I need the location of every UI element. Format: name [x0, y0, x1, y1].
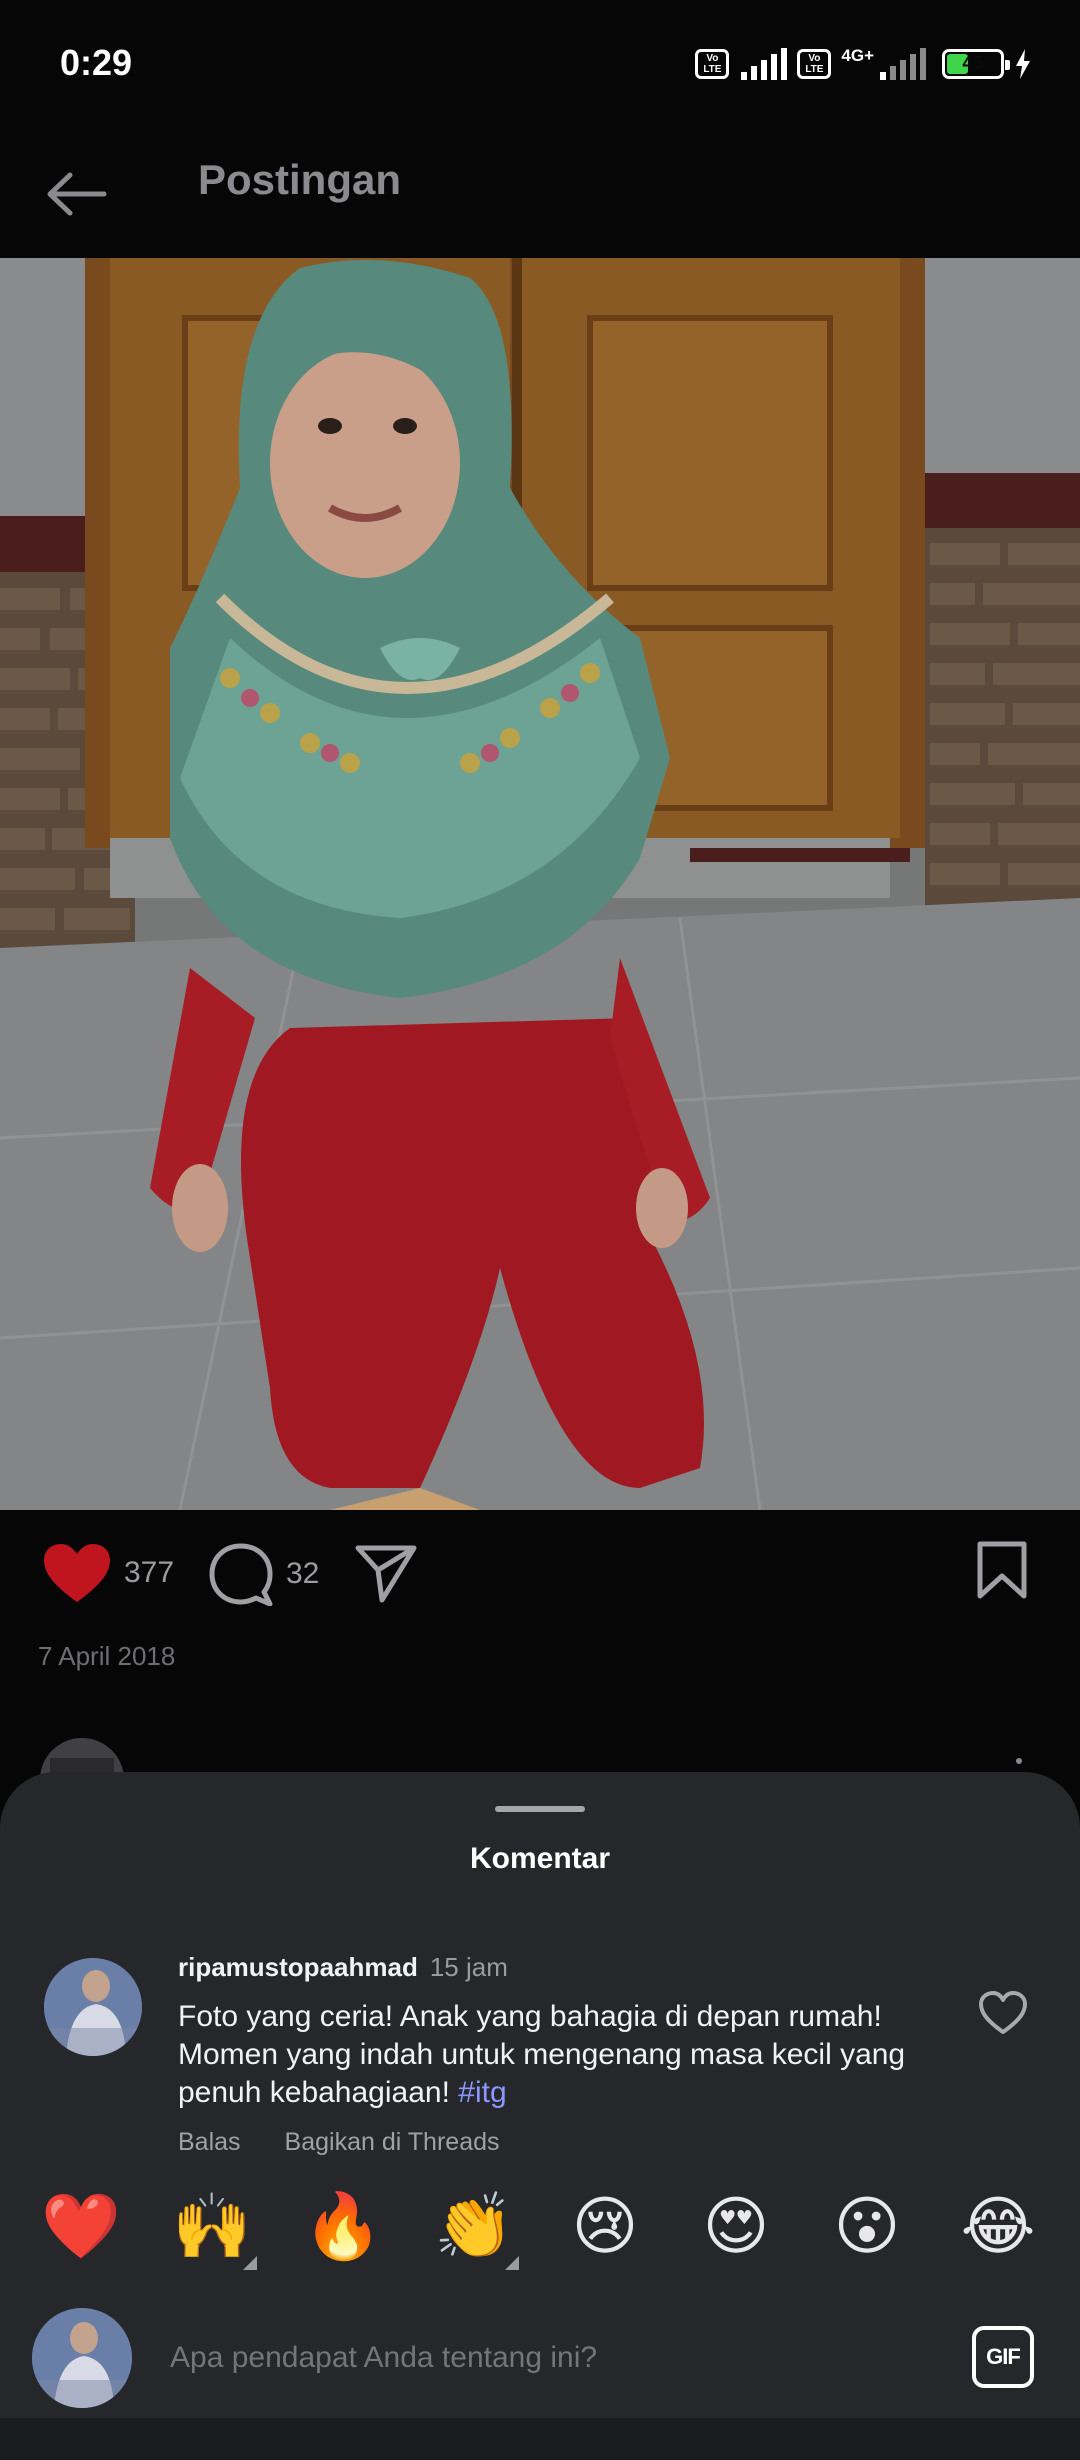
back-button[interactable]	[40, 158, 112, 230]
comment-icon	[209, 1543, 273, 1606]
emoji-laughing[interactable]: 😂	[953, 2182, 1043, 2272]
signal-icon	[741, 48, 788, 80]
charging-icon	[1016, 49, 1030, 79]
comments-sheet: Komentar ripamustopaahmad 15 jam Foto ya…	[0, 1772, 1080, 2460]
comment-text: Foto yang ceria! Anak yang bahagia di de…	[178, 1998, 938, 2112]
my-avatar-image	[32, 2308, 132, 2408]
signal-icon-2	[880, 48, 926, 80]
emoji-crying[interactable]: 😢	[560, 2182, 650, 2272]
like-count: 377	[124, 1556, 175, 1589]
more-options-icon[interactable]	[1016, 1758, 1022, 1764]
volte-icon: Vo LTE	[695, 49, 730, 79]
emoji-raising-hands[interactable]: 🙌	[167, 2182, 257, 2272]
comment-body: Foto yang ceria! Anak yang bahagia di de…	[178, 2000, 906, 2109]
app-header: Postingan	[0, 130, 1080, 258]
bookmark-icon	[977, 1541, 1027, 1599]
gif-button[interactable]: GIF	[972, 2326, 1034, 2388]
battery-icon: 45	[942, 49, 1010, 79]
save-action[interactable]	[976, 1540, 1028, 1600]
volte-icon-2: Vo LTE	[797, 49, 832, 79]
post-actions: 377 32	[0, 1510, 1080, 1630]
comment-actions: Balas Bagikan di Threads	[178, 2128, 500, 2157]
like-action[interactable]: 377	[42, 1542, 174, 1604]
skin-tone-indicator-2	[505, 2256, 519, 2270]
arrow-left-icon	[47, 172, 107, 216]
share-threads-button[interactable]: Bagikan di Threads	[285, 2128, 500, 2157]
comment-header: ripamustopaahmad 15 jam	[178, 1952, 508, 1983]
send-icon	[355, 1545, 417, 1603]
comment-like-button[interactable]	[978, 1990, 1028, 2040]
emoji-reactions: ❤️ 🙌 🔥 👏 😢 😍 😮 😂	[0, 2182, 1080, 2282]
emoji-clapping[interactable]: 👏	[429, 2182, 519, 2272]
comment-input[interactable]	[170, 2328, 930, 2388]
heart-outline-icon	[979, 1991, 1027, 2034]
system-nav-bar	[0, 2418, 1080, 2460]
commenter-avatar[interactable]	[44, 1958, 142, 2056]
post-date: 7 April 2018	[38, 1641, 176, 1671]
drag-handle[interactable]	[495, 1806, 585, 1812]
page-title: Postingan	[198, 156, 402, 203]
reply-button[interactable]: Balas	[178, 2128, 241, 2157]
post-photo[interactable]	[0, 258, 1080, 1510]
share-action[interactable]	[354, 1542, 418, 1604]
commenter-avatar-image	[44, 1958, 142, 2056]
comment-time: 15 jam	[429, 1952, 508, 1982]
comment-count: 32	[286, 1557, 320, 1590]
sheet-title: Komentar	[469, 1842, 611, 1875]
emoji-heart[interactable]: ❤️	[36, 2182, 126, 2272]
heart-filled-icon	[44, 1544, 110, 1602]
my-avatar	[32, 2308, 132, 2408]
comment-hashtag[interactable]: #itg	[458, 2076, 506, 2109]
battery-level: 45	[962, 53, 984, 74]
screen: 0:29 Vo LTE Vo LTE 4G+ 45 Postingan 377 …	[0, 0, 1080, 2460]
network-type: 4G+	[841, 46, 874, 65]
status-bar: 0:29 Vo LTE Vo LTE 4G+ 45	[0, 0, 1080, 130]
emoji-clapping-glyph: 👏	[434, 2190, 514, 2264]
emoji-heart-eyes[interactable]: 😍	[691, 2182, 781, 2272]
battery-cap	[1005, 60, 1010, 70]
emoji-fire[interactable]: 🔥	[298, 2182, 388, 2272]
emoji-raising-hands-glyph: 🙌	[172, 2190, 252, 2264]
emoji-surprised[interactable]: 😮	[822, 2182, 912, 2272]
skin-tone-indicator	[243, 2256, 257, 2270]
status-icons: Vo LTE Vo LTE 4G+ 45	[695, 44, 1032, 84]
photo-image	[0, 258, 1080, 1510]
comment-input-row: GIF	[0, 2292, 1080, 2412]
comment-action[interactable]: 32	[208, 1542, 319, 1606]
status-time: 0:29	[60, 42, 133, 83]
commenter-username[interactable]: ripamustopaahmad	[178, 1952, 418, 1983]
